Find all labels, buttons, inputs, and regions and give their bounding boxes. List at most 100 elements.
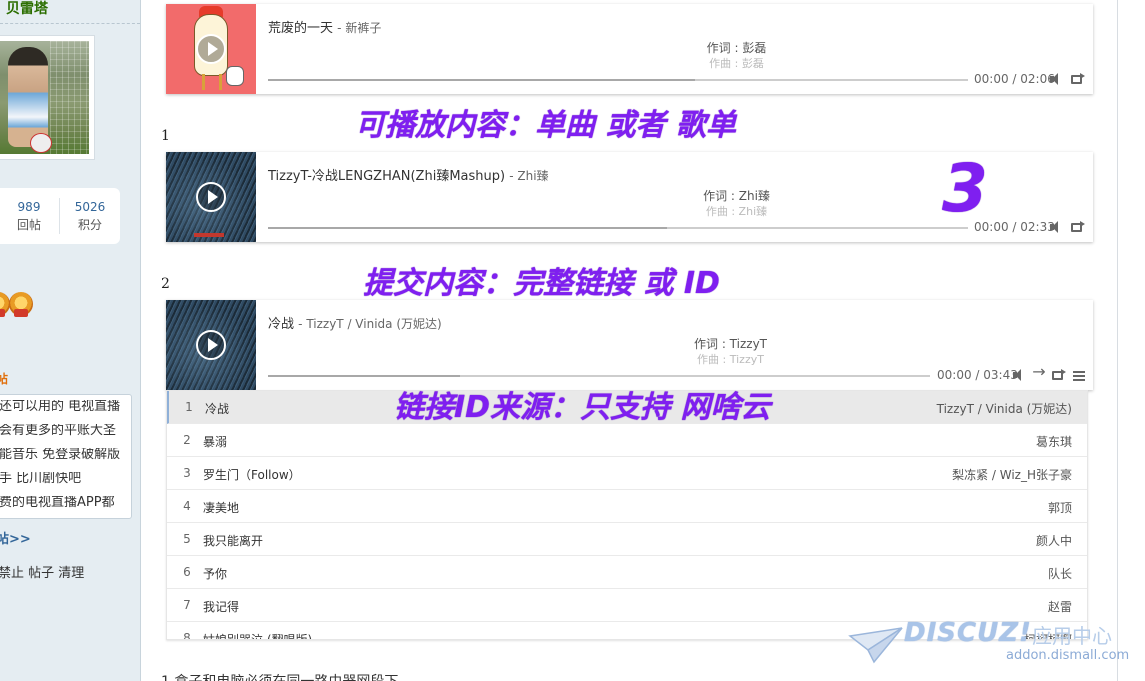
- post-body-text: 1.盒子和电脑必须在同一路由器网段下: [161, 671, 398, 681]
- playlist-index: 1: [185, 400, 193, 414]
- song-artist: TizzyT / Vinida (万妮达): [306, 317, 442, 331]
- cover-art: [226, 66, 244, 86]
- playlist-artist: TizzyT / Vinida (万妮达): [936, 402, 1072, 416]
- playlist-title: 予你: [203, 567, 228, 581]
- loop-icon[interactable]: [1052, 369, 1066, 380]
- lyric-line-next: 作曲 : 彭磊: [709, 57, 764, 70]
- sidebar-divider: [0, 23, 140, 24]
- progress-fill: [268, 375, 460, 377]
- watermark-url: addon.dismall.com: [1006, 648, 1130, 663]
- annotation-submit: 提交内容：完整链接 或 ID: [363, 266, 720, 301]
- playlist-artist: 颜人中: [1035, 534, 1072, 548]
- album-cover: [166, 4, 256, 94]
- index-label: 2: [161, 276, 170, 292]
- progress-bar[interactable]: [268, 227, 968, 229]
- cover-art: [202, 74, 222, 90]
- playlist-title: 罗生门（Follow）: [203, 468, 301, 482]
- song-title-line: 荒废的一天 - 新裤子: [268, 17, 381, 36]
- volume-icon[interactable]: [1049, 73, 1063, 85]
- medal-icon[interactable]: [9, 292, 33, 317]
- playlist-row[interactable]: 6 予你 队长: [167, 556, 1087, 589]
- song-artist: 新裤子: [345, 21, 382, 35]
- order-arrow-icon[interactable]: →: [1032, 364, 1046, 380]
- playlist-menu-icon[interactable]: [1073, 371, 1085, 381]
- playlist-index: 5: [183, 532, 191, 546]
- time-display: 00:00 / 03:43: [937, 368, 1018, 382]
- avatar-ball: [30, 133, 52, 153]
- playlist-row[interactable]: 2 暴溺 葛东琪: [167, 424, 1087, 457]
- annotation-number: 3: [942, 150, 988, 227]
- stat-divider: [59, 198, 60, 234]
- song-title-line: TizzyT-冷战LENGZHAN(Zhi臻Mashup) - Zhi臻: [268, 165, 549, 184]
- play-icon[interactable]: [196, 182, 226, 212]
- album-cover: [166, 152, 256, 242]
- avatar-image: [0, 41, 89, 154]
- stat-replies-label: 回帖: [16, 218, 41, 232]
- music-player-3: 冷战 - TizzyT / Vinida (万妮达) 作词 : TizzyT 作…: [166, 300, 1093, 390]
- playlist-artist: 队长: [1047, 567, 1072, 581]
- stat-points[interactable]: 5026 积分: [65, 200, 115, 233]
- watermark-brand: DISCUZ!: [904, 618, 1032, 648]
- sidebar-footer: 禁止 帖子 清理: [0, 566, 85, 581]
- playlist-artist: 赵雷: [1047, 600, 1072, 614]
- progress-bar[interactable]: [268, 79, 968, 81]
- avatar[interactable]: [0, 35, 95, 160]
- playlist-row[interactable]: 4 凄美地 郭顶: [167, 490, 1087, 523]
- play-icon[interactable]: [196, 330, 226, 360]
- stat-replies[interactable]: 989 回帖: [4, 200, 54, 233]
- sidebar-username[interactable]: 贝雷塔: [6, 0, 48, 18]
- music-player-1: 荒废的一天 - 新裤子 作词 : 彭磊 作曲 : 彭磊 00:00 / 02:0…: [166, 4, 1093, 94]
- progress-fill: [268, 227, 667, 229]
- playlist-index: 3: [183, 466, 191, 480]
- time-display: 00:00 / 02:06: [974, 72, 1055, 86]
- playlist-title: 我只能离开: [203, 534, 264, 548]
- lyric-line: 作词 : TizzyT: [694, 337, 767, 351]
- progress-bar[interactable]: [268, 375, 930, 377]
- volume-icon[interactable]: [1049, 221, 1063, 233]
- playlist-index: 2: [183, 433, 191, 447]
- playlist-row[interactable]: 3 罗生门（Follow） 梨冻紧 / Wiz_H张子豪: [167, 457, 1087, 490]
- album-cover: [166, 300, 256, 390]
- stat-points-label: 积分: [77, 218, 102, 232]
- loop-icon[interactable]: [1071, 221, 1085, 232]
- volume-icon[interactable]: [1012, 369, 1026, 381]
- playlist-artist: 郭顶: [1047, 501, 1072, 515]
- user-stats: 989 回帖 5026 积分: [0, 188, 120, 244]
- song-title: 荒废的一天: [268, 21, 334, 36]
- lyric-line-next: 作曲 : TizzyT: [697, 353, 764, 366]
- avatar-figure: [8, 47, 48, 147]
- playlist-artist: 葛东琪: [1035, 435, 1072, 449]
- post-content: 荒废的一天 - 新裤子 作词 : 彭磊 作曲 : 彭磊 00:00 / 02:0…: [141, 0, 1118, 681]
- stat-replies-value: 989: [17, 200, 41, 214]
- play-icon[interactable]: [196, 34, 226, 64]
- sidebar-more-link[interactable]: 帖>>: [0, 528, 31, 547]
- annotation-source: 链接ID来源：只支持 网啥云: [394, 390, 771, 425]
- playlist-row[interactable]: 5 我只能离开 颜人中: [167, 523, 1087, 556]
- playlist-index: 7: [183, 598, 191, 612]
- playlist-index: 4: [183, 499, 191, 513]
- playlist-title: 冷战: [205, 402, 230, 416]
- playlist-title: 凄美地: [203, 501, 240, 515]
- annotation-playable: 可播放内容：单曲 或者 歌单: [355, 108, 736, 143]
- loop-icon[interactable]: [1071, 73, 1085, 84]
- lyric-line: 作词 : 彭磊: [706, 41, 767, 55]
- list-item[interactable]: 能音乐 免登录破解版: [0, 448, 131, 472]
- playlist: 1 冷战 TizzyT / Vinida (万妮达) 2 暴溺 葛东琪 3 罗生…: [166, 390, 1088, 640]
- progress-fill: [268, 79, 695, 81]
- discuz-watermark: DISCUZ! 应用中心 addon.dismall.com: [846, 618, 1136, 666]
- sidebar-section-heading: 帖: [0, 370, 8, 387]
- stat-points-value: 5026: [74, 200, 106, 214]
- song-title: TizzyT-冷战LENGZHAN(Zhi臻Mashup): [268, 169, 506, 184]
- playlist-title: 暴溺: [203, 435, 228, 449]
- paper-plane-icon: [848, 627, 903, 664]
- list-item[interactable]: 会有更多的平账大圣: [0, 424, 131, 448]
- list-item[interactable]: 费的电视直播APP都: [0, 496, 131, 518]
- sidebar: 贝雷塔 989 回帖 5026 积分 帖 还可以用的 电视直播 会有更多的平账大…: [0, 0, 141, 681]
- list-item[interactable]: 还可以用的 电视直播: [0, 400, 131, 424]
- sidebar-thread-list: 还可以用的 电视直播 会有更多的平账大圣 能音乐 免登录破解版 手 比川剧快吧 …: [0, 394, 132, 519]
- playlist-index: 8: [183, 631, 191, 640]
- list-item[interactable]: 手 比川剧快吧: [0, 472, 131, 496]
- playlist-index: 6: [183, 565, 191, 579]
- playlist-title: 姑娘别哭泣 (翻唱版): [203, 633, 313, 640]
- right-gutter: [1118, 0, 1145, 681]
